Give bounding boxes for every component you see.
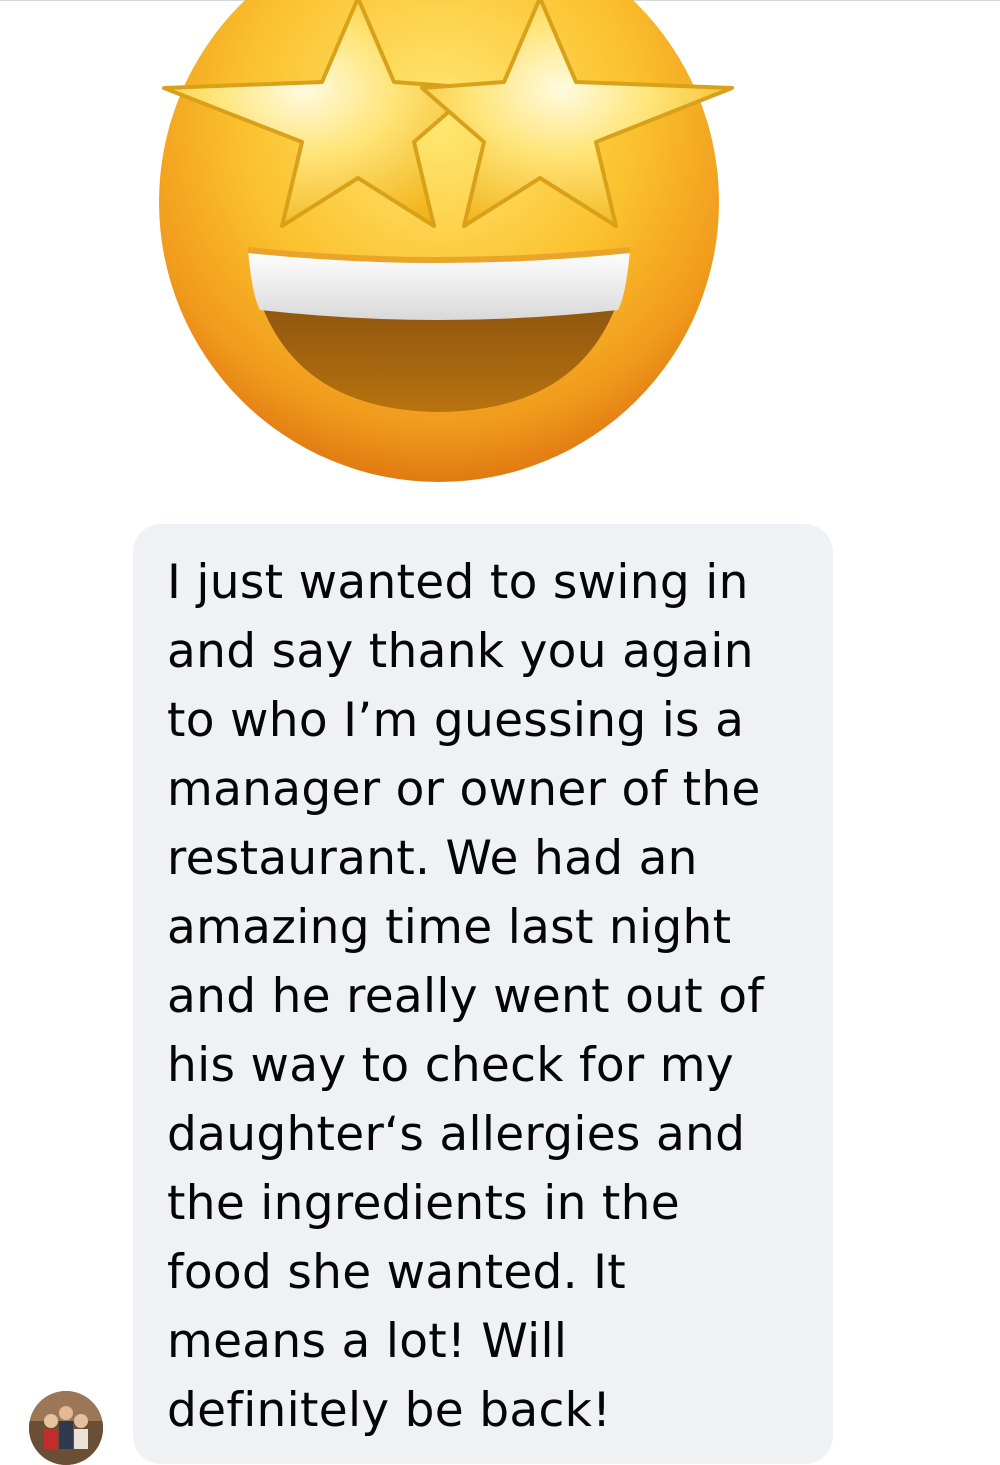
- star-struck-emoji-icon: [128, 0, 748, 490]
- message-line: definitely be back!: [167, 1383, 612, 1438]
- message-line: means a lot! Will: [167, 1314, 568, 1369]
- sender-avatar[interactable]: [29, 1391, 103, 1465]
- message-line: daughter‘s allergies and: [167, 1107, 746, 1162]
- message-line: his way to check for my: [167, 1038, 734, 1093]
- message-line: restaurant. We had an: [167, 831, 698, 886]
- message-line: and he really went out of: [167, 969, 765, 1024]
- message-line: amazing time last night: [167, 900, 732, 955]
- message-bubble[interactable]: I just wanted to swing in and say thank …: [133, 524, 833, 1464]
- message-line: I just wanted to swing in: [167, 555, 749, 610]
- message-line: food she wanted. It: [167, 1245, 627, 1300]
- message-line: and say thank you again: [167, 624, 754, 679]
- message-line: to who I’m guessing is a: [167, 693, 745, 748]
- message-line: the ingredients in the: [167, 1176, 680, 1231]
- message-line: manager or owner of the: [167, 762, 761, 817]
